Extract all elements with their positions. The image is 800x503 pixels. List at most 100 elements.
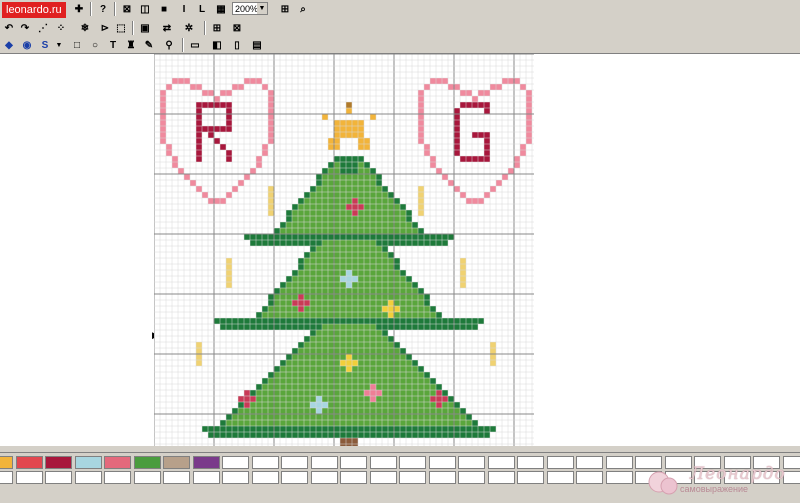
layers-icon[interactable]: ▤: [250, 38, 264, 52]
stitch-cell: [370, 396, 376, 402]
stitch-cell: [274, 420, 280, 426]
grid-dots-icon[interactable]: ⁘: [54, 21, 68, 35]
stitch-cell: [268, 96, 274, 102]
palette-swatch[interactable]: [488, 471, 515, 484]
color-palette-icon[interactable]: ▣: [138, 21, 152, 35]
stitch-cell: [322, 186, 328, 192]
palette-swatch[interactable]: [576, 471, 603, 484]
stitch-cell: [340, 330, 346, 336]
palette-swatch[interactable]: [16, 471, 43, 484]
palette-swatch[interactable]: [75, 456, 102, 469]
palette-swatch[interactable]: [0, 471, 13, 484]
palette-swatch[interactable]: [311, 471, 338, 484]
palette-swatch[interactable]: [429, 471, 456, 484]
palette-swatch[interactable]: [281, 471, 308, 484]
stitch-cell: [244, 426, 250, 432]
new-file-icon[interactable]: ✚: [72, 2, 86, 16]
half-stitch-icon[interactable]: ◫: [138, 2, 152, 16]
palette-swatch[interactable]: [252, 456, 279, 469]
palette-swatch[interactable]: [16, 456, 43, 469]
palette-swatch[interactable]: [429, 456, 456, 469]
stitch-cell: [358, 132, 364, 138]
replace-color-icon[interactable]: ⇄: [160, 21, 174, 35]
snowflake-icon[interactable]: ❄: [78, 21, 92, 35]
palette-swatch[interactable]: [252, 471, 279, 484]
stitch-cell: [316, 414, 322, 420]
mirror-icon[interactable]: ⊳: [98, 21, 112, 35]
pointer-icon[interactable]: ◆: [2, 38, 16, 52]
ellipse-icon[interactable]: ○: [88, 38, 102, 52]
palette-swatch[interactable]: [488, 456, 515, 469]
palette-swatch[interactable]: [45, 471, 72, 484]
french-knot-icon[interactable]: L: [195, 2, 209, 16]
pencil-icon[interactable]: ✎: [142, 38, 156, 52]
palette-swatch[interactable]: [370, 456, 397, 469]
palette-swatch[interactable]: [163, 471, 190, 484]
rectangle-icon[interactable]: □: [70, 38, 84, 52]
palette-swatch[interactable]: [0, 456, 13, 469]
backstitch-icon[interactable]: I: [177, 2, 191, 16]
stitch-cell: [460, 426, 466, 432]
palette-swatch[interactable]: [399, 471, 426, 484]
calendar-icon[interactable]: ▦: [214, 2, 228, 16]
palette-swatch[interactable]: [458, 471, 485, 484]
stitch-cell: [478, 132, 484, 138]
palette-swatch[interactable]: [104, 471, 131, 484]
palette-swatch[interactable]: [75, 471, 102, 484]
split-view-icon[interactable]: ◧: [210, 38, 224, 52]
cross-stitch-pattern[interactable]: [154, 54, 534, 446]
palette-swatch[interactable]: [606, 471, 633, 484]
select-area-icon[interactable]: ⋰: [36, 21, 50, 35]
image-icon[interactable]: ▭: [188, 38, 202, 52]
stitch-cell: [310, 192, 316, 198]
palette-swatch[interactable]: [193, 471, 220, 484]
stitch-cell: [400, 372, 406, 378]
palette-swatch[interactable]: [458, 456, 485, 469]
palette-swatch[interactable]: [222, 471, 249, 484]
zoom-in-icon[interactable]: ⌕: [296, 2, 310, 16]
crop-icon[interactable]: ⬚: [114, 21, 128, 35]
help-icon[interactable]: ?: [96, 2, 110, 16]
palette-swatch[interactable]: [311, 456, 338, 469]
zoom-fit-icon[interactable]: ⊞: [278, 2, 292, 16]
palette-swatch[interactable]: [45, 456, 72, 469]
stitch-cell: [346, 438, 352, 444]
columns-icon[interactable]: ▯: [230, 38, 244, 52]
symbol-mode-icon[interactable]: ⊠: [230, 21, 244, 35]
palette-swatch[interactable]: [517, 471, 544, 484]
palette-swatch[interactable]: [193, 456, 220, 469]
zoom-select[interactable]: 200%▼: [232, 2, 268, 15]
palette-swatch[interactable]: [134, 456, 161, 469]
palette-swatch[interactable]: [547, 456, 574, 469]
paint-bucket-icon[interactable]: ♜: [124, 38, 138, 52]
palette-swatch[interactable]: [340, 471, 367, 484]
stitch-cell: [388, 408, 394, 414]
palette-swatch[interactable]: [517, 456, 544, 469]
full-stitch-icon[interactable]: ■: [157, 2, 171, 16]
chevron-down-icon[interactable]: ▼: [52, 38, 66, 52]
zoom-tool-icon[interactable]: ⚲: [162, 38, 176, 52]
highlight-icon[interactable]: ✲: [182, 21, 196, 35]
redo-icon[interactable]: ↷: [18, 21, 32, 35]
stitch-cell: [304, 342, 310, 348]
palette-swatch[interactable]: [104, 456, 131, 469]
palette-swatch[interactable]: [281, 456, 308, 469]
palette-swatch[interactable]: [340, 456, 367, 469]
palette-swatch[interactable]: [399, 456, 426, 469]
palette-swatch[interactable]: [222, 456, 249, 469]
stitch-cell: [214, 96, 220, 102]
palette-swatch[interactable]: [606, 456, 633, 469]
s-tool-icon[interactable]: S: [38, 38, 52, 52]
stitch-cell: [352, 444, 358, 446]
grid-toggle-icon[interactable]: ⊞: [210, 21, 224, 35]
palette-swatch[interactable]: [547, 471, 574, 484]
undo-icon[interactable]: ↶: [2, 21, 16, 35]
canvas-area[interactable]: ▼ ▶: [0, 54, 800, 446]
text-icon[interactable]: T: [106, 38, 120, 52]
palette-swatch[interactable]: [163, 456, 190, 469]
palette-swatch[interactable]: [134, 471, 161, 484]
palette-swatch[interactable]: [370, 471, 397, 484]
cross-stitch-icon[interactable]: ⊠: [120, 2, 134, 16]
fill-icon[interactable]: ◉: [20, 38, 34, 52]
palette-swatch[interactable]: [576, 456, 603, 469]
